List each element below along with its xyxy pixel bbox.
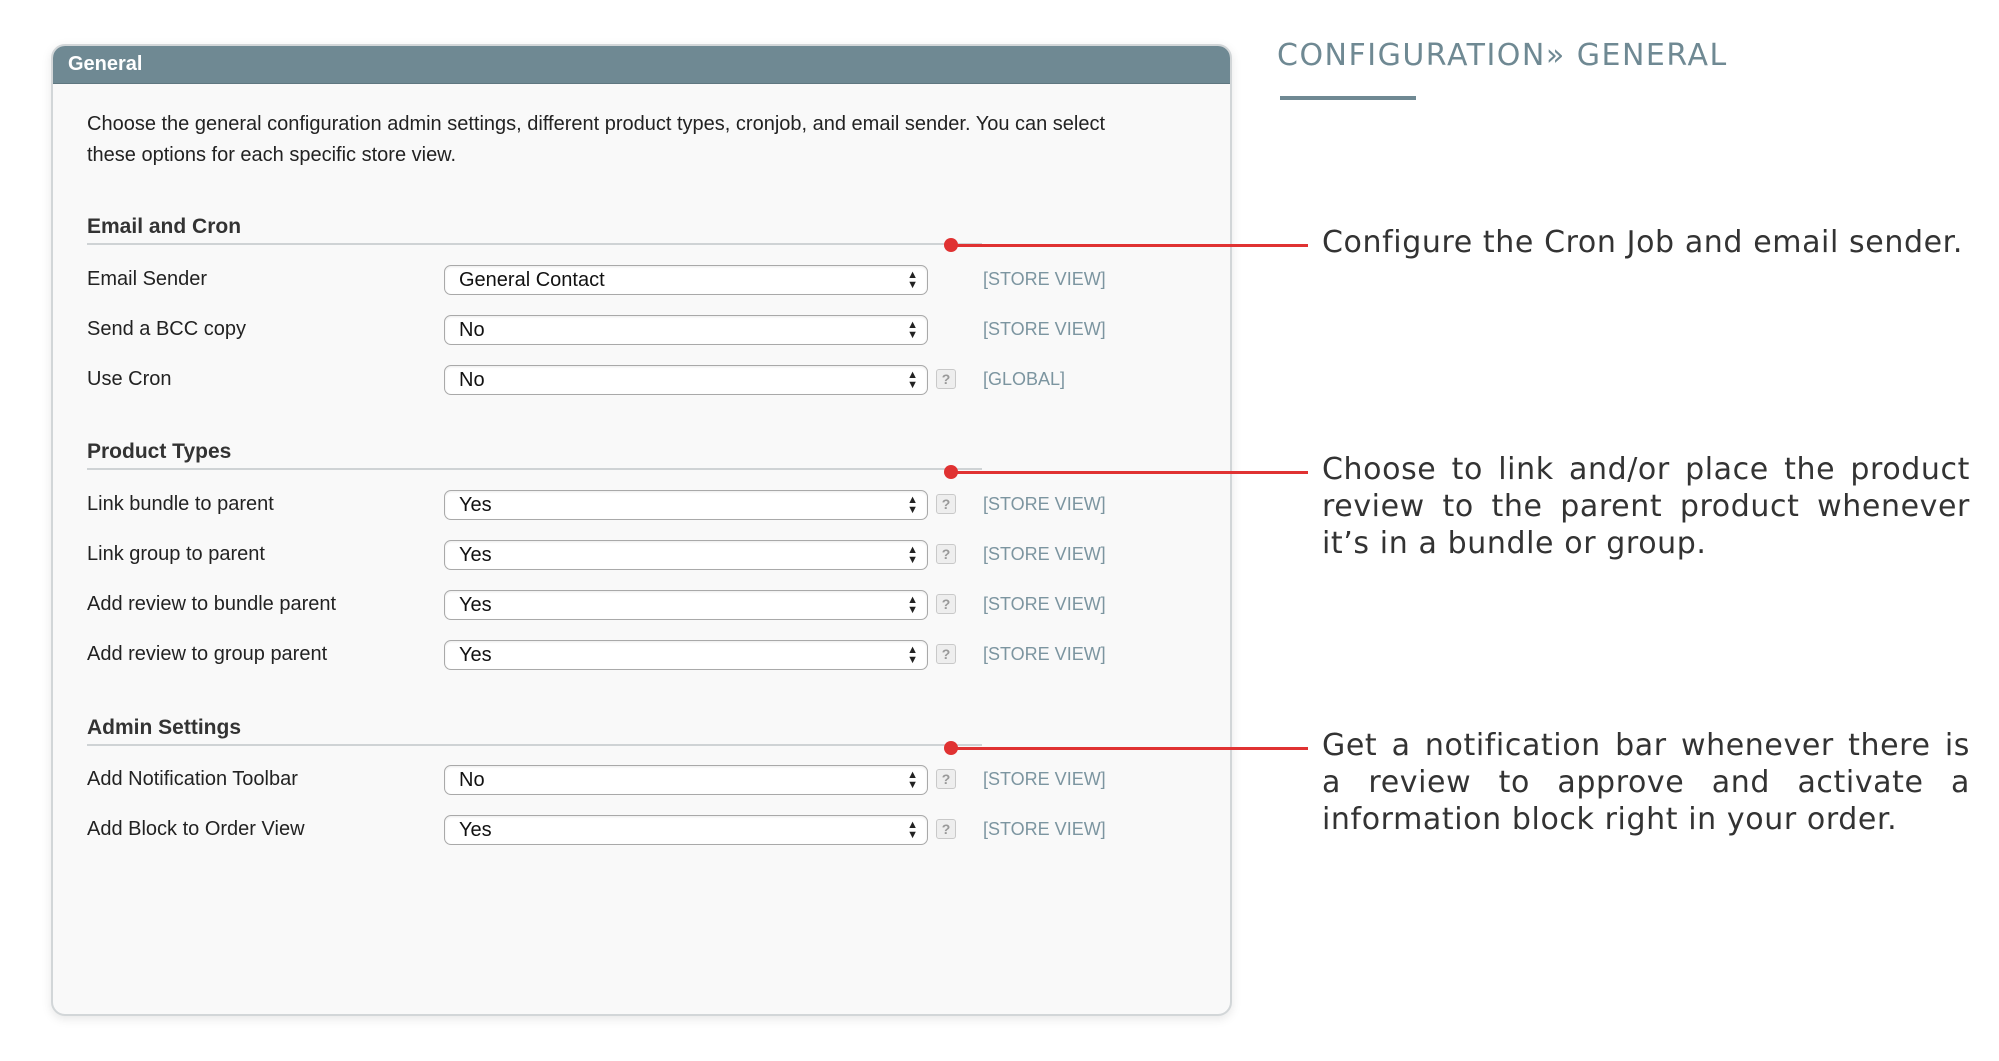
updown-arrows-icon: ▲ ▼ bbox=[907, 494, 918, 516]
updown-arrows-icon: ▲ ▼ bbox=[907, 544, 918, 566]
review-group-select[interactable]: Yes ▲ ▼ bbox=[444, 640, 928, 670]
select-value: Yes bbox=[459, 644, 492, 666]
section-title-email-and-cron: Email and Cron bbox=[87, 215, 242, 238]
select-value: Yes bbox=[459, 594, 492, 616]
help-icon[interactable]: ? bbox=[936, 594, 956, 614]
scope-label: [STORE VIEW] bbox=[983, 644, 1106, 664]
section-divider bbox=[87, 744, 982, 746]
help-icon[interactable]: ? bbox=[936, 369, 956, 389]
help-icon[interactable]: ? bbox=[936, 769, 956, 789]
callout-admin-settings: Get a notification bar whenever there is… bbox=[1322, 728, 1970, 837]
help-icon[interactable]: ? bbox=[936, 644, 956, 664]
callout-dot bbox=[944, 465, 958, 479]
select-value: Yes bbox=[459, 819, 492, 841]
help-icon[interactable]: ? bbox=[936, 544, 956, 564]
heading-underline bbox=[1280, 96, 1416, 100]
scope-label: [STORE VIEW] bbox=[983, 769, 1106, 789]
email-sender-select[interactable]: General Contact ▲ ▼ bbox=[444, 265, 928, 295]
panel-title: General bbox=[53, 46, 1230, 84]
callout-connector bbox=[950, 244, 1308, 247]
callout-connector bbox=[950, 471, 1308, 474]
updown-arrows-icon: ▲ ▼ bbox=[907, 819, 918, 841]
scope-label: [STORE VIEW] bbox=[983, 544, 1106, 564]
field-label-email-sender: Email Sender bbox=[87, 268, 208, 290]
link-bundle-select[interactable]: Yes ▲ ▼ bbox=[444, 490, 928, 520]
select-value: General Contact bbox=[459, 269, 605, 291]
callout-dot bbox=[944, 741, 958, 755]
panel-description: Choose the general configuration admin s… bbox=[87, 113, 1106, 166]
block-order-view-select[interactable]: Yes ▲ ▼ bbox=[444, 815, 928, 845]
updown-arrows-icon: ▲ ▼ bbox=[907, 269, 918, 291]
select-value: No bbox=[459, 319, 485, 341]
field-label-link-group: Link group to parent bbox=[87, 543, 265, 565]
send-bcc-select[interactable]: No ▲ ▼ bbox=[444, 315, 928, 345]
select-value: No bbox=[459, 369, 485, 391]
scope-label: [STORE VIEW] bbox=[983, 819, 1106, 839]
field-label-use-cron: Use Cron bbox=[87, 368, 172, 390]
page-heading: CONFIGURATION» GENERAL bbox=[1277, 38, 1728, 73]
select-value: No bbox=[459, 769, 485, 791]
general-config-panel: General Choose the general configuration… bbox=[51, 44, 1232, 1016]
link-group-select[interactable]: Yes ▲ ▼ bbox=[444, 540, 928, 570]
use-cron-select[interactable]: No ▲ ▼ bbox=[444, 365, 928, 395]
updown-arrows-icon: ▲ ▼ bbox=[907, 369, 918, 391]
callout-email-cron: Configure the Cron Job and email sender. bbox=[1322, 225, 1963, 260]
scope-label: [STORE VIEW] bbox=[983, 269, 1106, 289]
field-label-review-group: Add review to group parent bbox=[87, 643, 328, 665]
scope-label: [STORE VIEW] bbox=[983, 594, 1106, 614]
notification-toolbar-select[interactable]: No ▲ ▼ bbox=[444, 765, 928, 795]
section-divider bbox=[87, 468, 982, 470]
scope-label: [GLOBAL] bbox=[983, 369, 1066, 389]
scope-label: [STORE VIEW] bbox=[983, 319, 1106, 339]
field-label-review-bundle: Add review to bundle parent bbox=[87, 593, 337, 615]
review-bundle-select[interactable]: Yes ▲ ▼ bbox=[444, 590, 928, 620]
updown-arrows-icon: ▲ ▼ bbox=[907, 644, 918, 666]
scope-label: [STORE VIEW] bbox=[983, 494, 1106, 514]
field-label-notification-toolbar: Add Notification Toolbar bbox=[87, 768, 298, 790]
updown-arrows-icon: ▲ ▼ bbox=[907, 319, 918, 341]
callout-product-types: Choose to link and/or place the product … bbox=[1322, 452, 1970, 561]
help-icon[interactable]: ? bbox=[936, 819, 956, 839]
section-title-admin-settings: Admin Settings bbox=[87, 716, 242, 739]
help-icon[interactable]: ? bbox=[936, 494, 956, 514]
select-value: Yes bbox=[459, 544, 492, 566]
select-value: Yes bbox=[459, 494, 492, 516]
field-label-link-bundle: Link bundle to parent bbox=[87, 493, 274, 515]
field-label-send-bcc: Send a BCC copy bbox=[87, 318, 246, 340]
section-title-product-types: Product Types bbox=[87, 440, 232, 463]
callout-dot bbox=[944, 238, 958, 252]
callout-connector bbox=[950, 747, 1308, 750]
updown-arrows-icon: ▲ ▼ bbox=[907, 769, 918, 791]
updown-arrows-icon: ▲ ▼ bbox=[907, 594, 918, 616]
section-divider bbox=[87, 243, 982, 245]
field-label-block-order-view: Add Block to Order View bbox=[87, 818, 305, 840]
